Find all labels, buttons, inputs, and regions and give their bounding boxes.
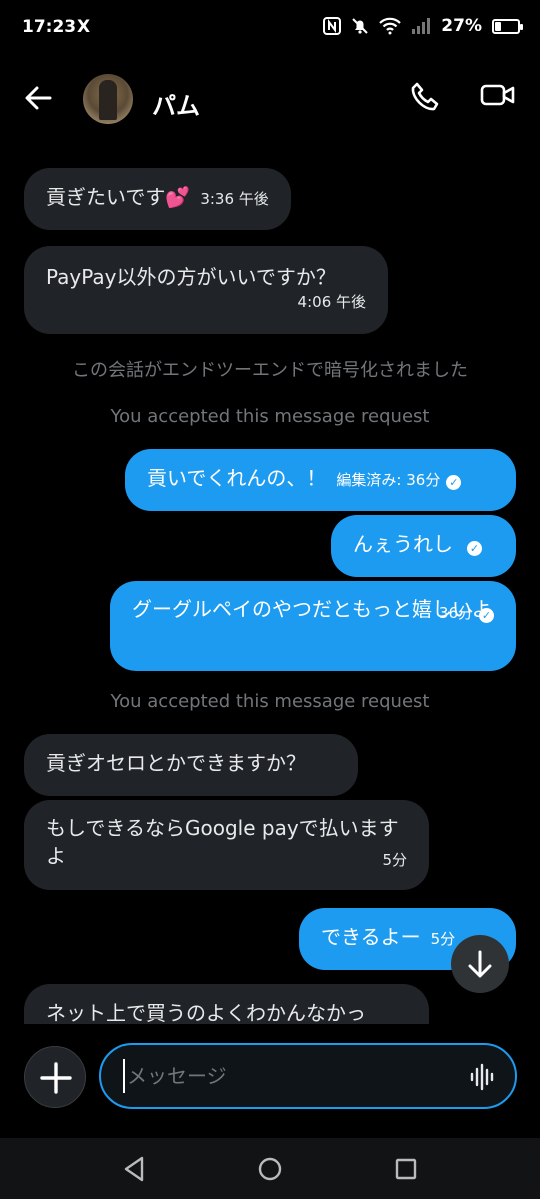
- battery-icon: [492, 18, 523, 34]
- accepted-request-notice: You accepted this message request: [110, 406, 430, 427]
- sent-message[interactable]: グーグルペイのやつだともっと嬉しいよ 36分 ✓: [110, 581, 516, 671]
- contact-name[interactable]: パム: [152, 86, 200, 121]
- received-message[interactable]: もしできるならGoogle payで払いますよ 5分: [24, 800, 429, 890]
- message-composer: [0, 1030, 540, 1138]
- back-button[interactable]: [22, 82, 62, 118]
- read-check-icon: ✓: [479, 608, 494, 623]
- arrow-down-icon: [468, 950, 492, 978]
- status-icons: 27%: [323, 16, 523, 36]
- read-check-icon: ✓: [467, 541, 482, 556]
- message-text: ネット上で買うのよくわかんなかっ: [46, 1001, 366, 1024]
- nav-recents-button[interactable]: [392, 1154, 420, 1184]
- add-attachment-button[interactable]: [24, 1046, 86, 1108]
- x-app-icon: X: [77, 17, 91, 37]
- message-text: PayPay以外の方がいいですか？: [46, 265, 336, 289]
- battery-percent: 27%: [441, 16, 482, 36]
- message-text: 貢ぎオセロとかできますか？: [46, 751, 306, 775]
- plus-icon: [40, 1062, 72, 1094]
- nfc-icon: [323, 17, 342, 35]
- message-text: んぇうれし: [353, 532, 453, 556]
- circle-home-icon: [258, 1157, 282, 1181]
- waveform-icon: [470, 1063, 494, 1091]
- contact-avatar[interactable]: [83, 74, 133, 124]
- triangle-back-icon: [124, 1156, 144, 1182]
- status-bar: 17:23 X 27%: [0, 0, 540, 56]
- video-camera-icon: [480, 84, 515, 106]
- nav-home-button[interactable]: [256, 1154, 284, 1184]
- message-input-container[interactable]: [99, 1043, 517, 1109]
- message-text: 貢ぎたいです💕: [46, 185, 191, 209]
- signal-icon: [412, 18, 431, 34]
- conversation-header: パム: [0, 56, 540, 146]
- video-call-button[interactable]: [480, 80, 518, 116]
- battery-level: [495, 21, 501, 31]
- scroll-to-bottom-button[interactable]: [451, 935, 509, 993]
- accepted-request-notice: You accepted this message request: [110, 691, 430, 712]
- message-input[interactable]: [123, 1059, 453, 1093]
- message-list[interactable]: 貢ぎたいです💕 3:36 午後 PayPay以外の方がいいですか？ 4:06 午後…: [0, 146, 540, 1024]
- nav-back-button[interactable]: [120, 1154, 148, 1184]
- voice-call-button[interactable]: [408, 80, 444, 116]
- received-message[interactable]: 貢ぎオセロとかできますか？: [24, 734, 358, 796]
- status-time: 17:23: [22, 17, 77, 37]
- received-message[interactable]: ネット上で買うのよくわかんなかっ: [24, 984, 429, 1024]
- message-time: 3:36 午後: [200, 190, 269, 208]
- encryption-notice: この会話がエンドツーエンドで暗号化されました: [72, 360, 468, 381]
- message-text: グーグルペイのやつだともっと嬉しいよ: [132, 597, 492, 621]
- read-check-icon: ✓: [446, 475, 462, 490]
- received-message[interactable]: PayPay以外の方がいいですか？ 4:06 午後: [24, 246, 388, 334]
- wifi-icon: [379, 17, 402, 35]
- sent-message[interactable]: んぇうれし ✓: [331, 515, 516, 577]
- phone-icon: [411, 82, 439, 111]
- message-time-text: 36分: [438, 604, 473, 622]
- system-navigation-bar: [0, 1138, 540, 1199]
- square-recents-icon: [395, 1158, 417, 1180]
- message-time: 5分: [382, 851, 407, 869]
- mute-bell-icon: [352, 18, 369, 34]
- message-time: 編集済み: 36分: [336, 471, 441, 489]
- message-text: できるよー: [321, 925, 421, 949]
- message-text: 貢いでくれんの、！: [147, 466, 327, 490]
- back-arrow-icon: [25, 86, 52, 110]
- message-time: 4:06 午後: [297, 293, 366, 311]
- sent-message[interactable]: 貢いでくれんの、！ 編集済み: 36分 ✓: [125, 449, 516, 511]
- received-message[interactable]: 貢ぎたいです💕 3:36 午後: [24, 168, 291, 230]
- voice-message-button[interactable]: [469, 1063, 495, 1091]
